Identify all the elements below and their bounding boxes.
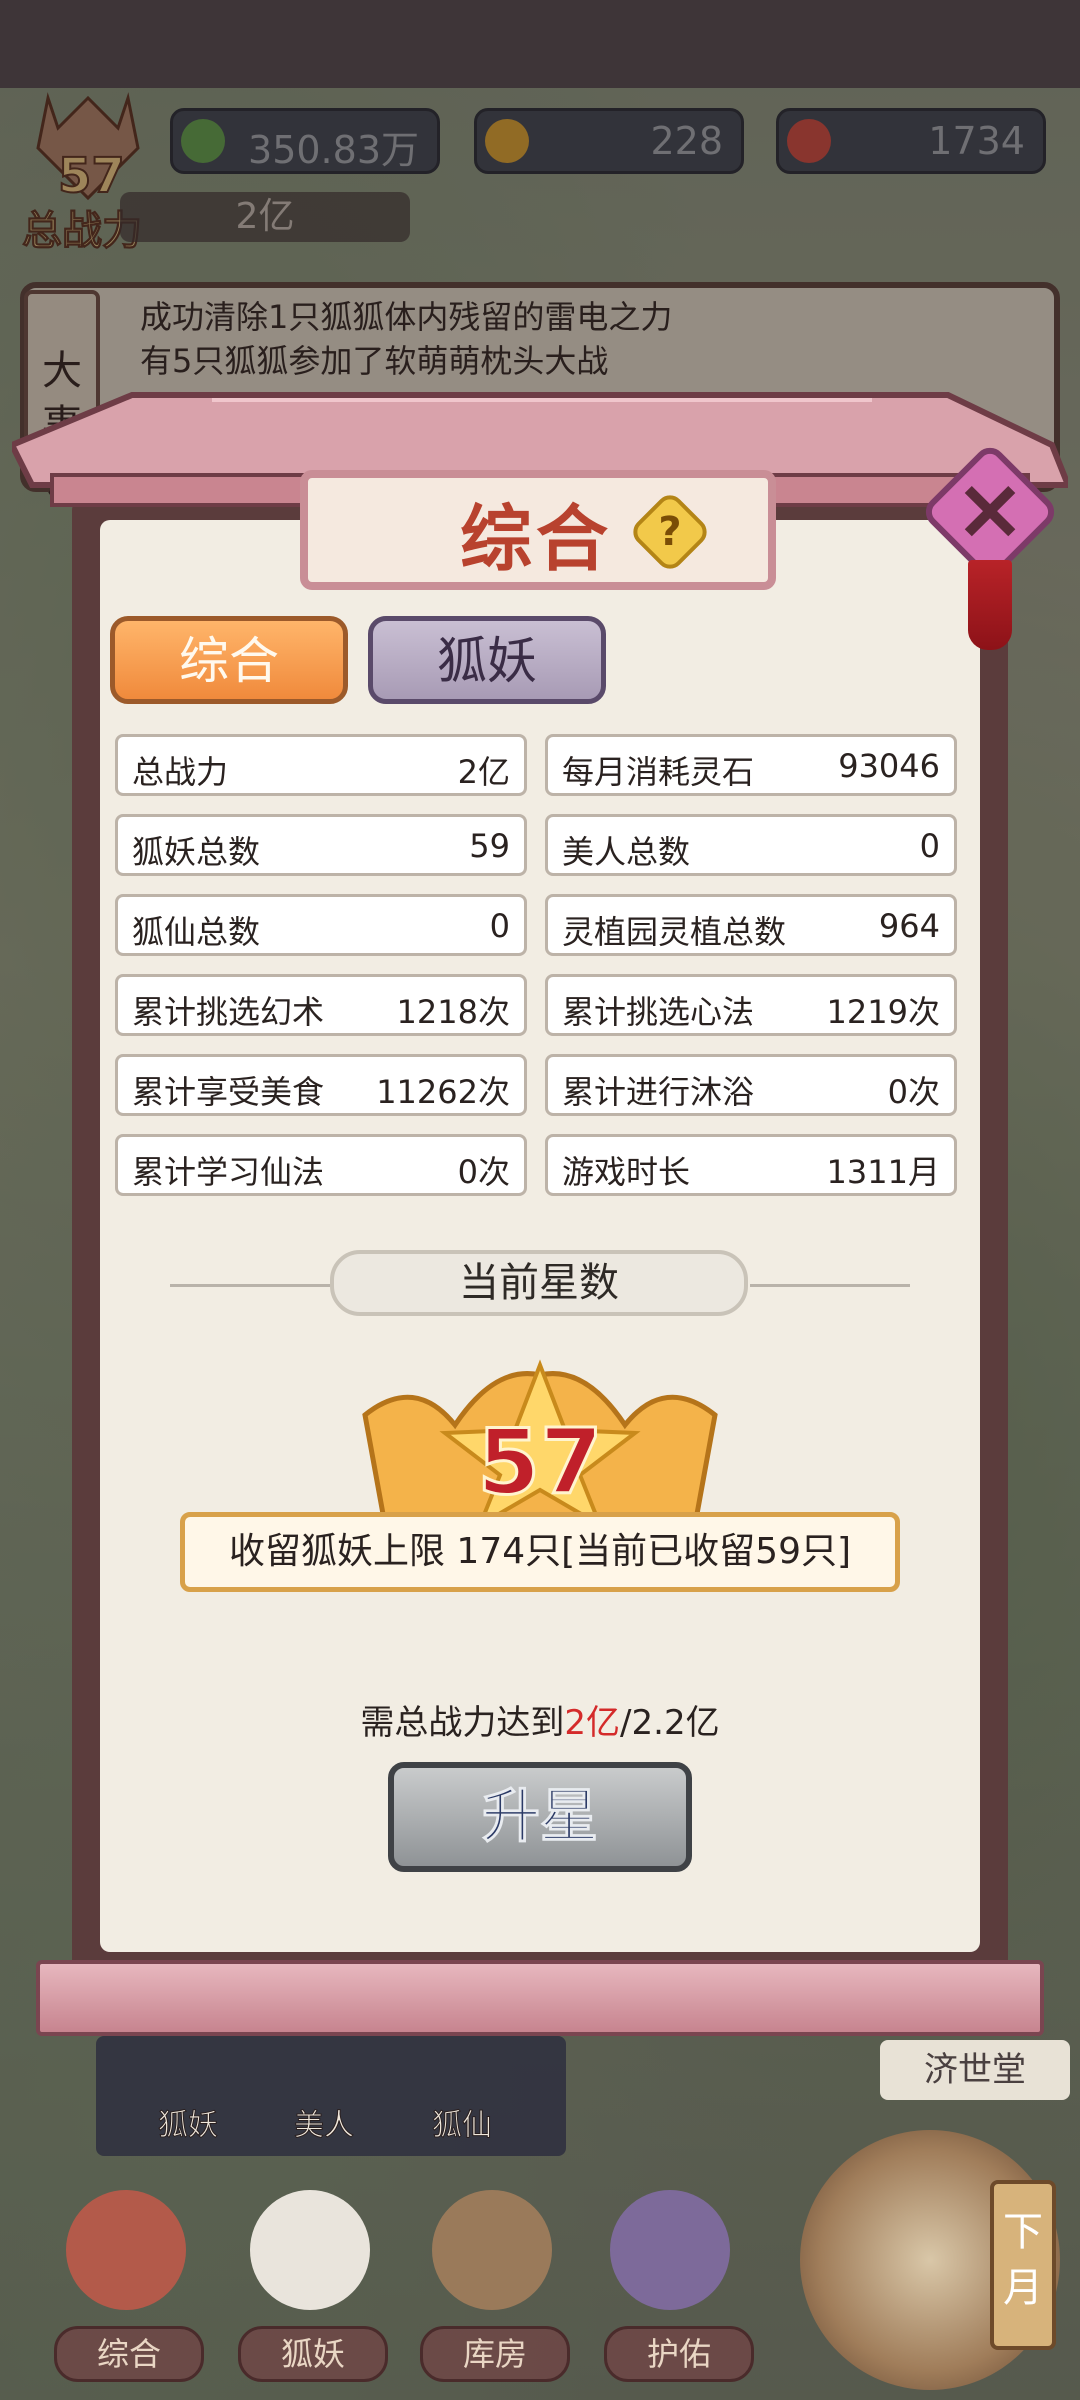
stat-label: 每月消耗灵石 bbox=[562, 753, 755, 791]
building-label[interactable]: 济世堂 bbox=[880, 2040, 1070, 2100]
dialog-base bbox=[36, 1960, 1044, 2036]
dialog-title: 综合 bbox=[460, 497, 613, 581]
stat-food-enjoyed: 累计享受美食 11262次 bbox=[115, 1054, 527, 1116]
stat-value: 2亿 bbox=[457, 753, 510, 791]
star-count: 57 bbox=[476, 1409, 604, 1517]
requirement-current: 2亿 bbox=[564, 1703, 621, 1743]
stat-beauty-count: 美人总数 0 bbox=[545, 814, 957, 876]
stat-value: 1311月 bbox=[826, 1153, 940, 1191]
stat-label: 累计挑选幻术 bbox=[132, 993, 325, 1031]
capacity-banner: 收留狐妖上限 174只[当前已收留59只] bbox=[180, 1512, 900, 1592]
stat-total-power: 总战力 2亿 bbox=[115, 734, 527, 796]
upgrade-requirement: 需总战力达到2亿/2.2亿 bbox=[100, 1695, 980, 1744]
stat-value: 0次 bbox=[457, 1153, 510, 1191]
subnav-beauty[interactable]: 美人 bbox=[294, 2100, 355, 2144]
lotus-icon[interactable] bbox=[610, 2190, 730, 2310]
requirement-prefix: 需总战力达到 bbox=[360, 1703, 565, 1743]
tab-general[interactable]: 综合 bbox=[110, 616, 348, 704]
stat-value: 0次 bbox=[887, 1073, 940, 1111]
gate-icon[interactable] bbox=[66, 2190, 186, 2310]
nav-blessing[interactable]: 护佑 bbox=[604, 2326, 754, 2382]
next-month-button[interactable]: 下月 bbox=[990, 2180, 1056, 2350]
stat-value: 964 bbox=[878, 907, 940, 945]
stat-value: 93046 bbox=[838, 747, 940, 785]
stat-label: 狐仙总数 bbox=[132, 913, 261, 951]
nav-fox[interactable]: 狐妖 bbox=[238, 2326, 388, 2382]
help-icon-glyph: ? bbox=[658, 509, 682, 555]
tassel-decoration bbox=[968, 560, 1012, 650]
stat-label: 累计学习仙法 bbox=[132, 1153, 325, 1191]
nav-general[interactable]: 综合 bbox=[54, 2326, 204, 2382]
close-icon: × bbox=[953, 459, 1027, 559]
stat-label: 美人总数 bbox=[562, 833, 691, 871]
stat-value: 1219次 bbox=[826, 993, 940, 1031]
stat-garden-plants: 灵植园灵植总数 964 bbox=[545, 894, 957, 956]
stat-value: 59 bbox=[469, 827, 510, 865]
stat-label: 狐妖总数 bbox=[132, 833, 261, 871]
divider-right bbox=[750, 1284, 910, 1287]
stat-value: 1218次 bbox=[396, 993, 510, 1031]
stat-immortal-count: 狐仙总数 0 bbox=[115, 894, 527, 956]
requirement-target: /2.2亿 bbox=[620, 1703, 720, 1743]
subnav-immortal[interactable]: 狐仙 bbox=[432, 2100, 493, 2144]
status-bar bbox=[0, 0, 1080, 88]
subnav-fox[interactable]: 狐妖 bbox=[158, 2100, 219, 2144]
stat-value: 0 bbox=[919, 827, 940, 865]
upgrade-star-button[interactable]: 升星 bbox=[388, 1762, 692, 1872]
stat-baths: 累计进行沐浴 0次 bbox=[545, 1054, 957, 1116]
stat-label: 游戏时长 bbox=[562, 1153, 691, 1191]
stat-value: 11262次 bbox=[376, 1073, 510, 1111]
storehouse-icon[interactable] bbox=[432, 2190, 552, 2310]
stat-illusion-picks: 累计挑选幻术 1218次 bbox=[115, 974, 527, 1036]
stat-play-time: 游戏时长 1311月 bbox=[545, 1134, 957, 1196]
stat-label: 灵植园灵植总数 bbox=[562, 913, 787, 951]
stat-value: 0 bbox=[489, 907, 510, 945]
stat-label: 累计享受美食 bbox=[132, 1073, 325, 1111]
divider-left bbox=[170, 1284, 330, 1287]
stat-label: 累计挑选心法 bbox=[562, 993, 755, 1031]
stat-mind-picks: 累计挑选心法 1219次 bbox=[545, 974, 957, 1036]
stat-fox-count: 狐妖总数 59 bbox=[115, 814, 527, 876]
stat-label: 总战力 bbox=[132, 753, 229, 791]
stat-monthly-stone-cost: 每月消耗灵石 93046 bbox=[545, 734, 957, 796]
stat-label: 累计进行沐浴 bbox=[562, 1073, 755, 1111]
nav-storehouse[interactable]: 库房 bbox=[420, 2326, 570, 2382]
stat-spells-learned: 累计学习仙法 0次 bbox=[115, 1134, 527, 1196]
fox-mask-icon[interactable] bbox=[250, 2190, 370, 2310]
star-section-label: 当前星数 bbox=[330, 1250, 748, 1316]
tab-fox[interactable]: 狐妖 bbox=[368, 616, 606, 704]
